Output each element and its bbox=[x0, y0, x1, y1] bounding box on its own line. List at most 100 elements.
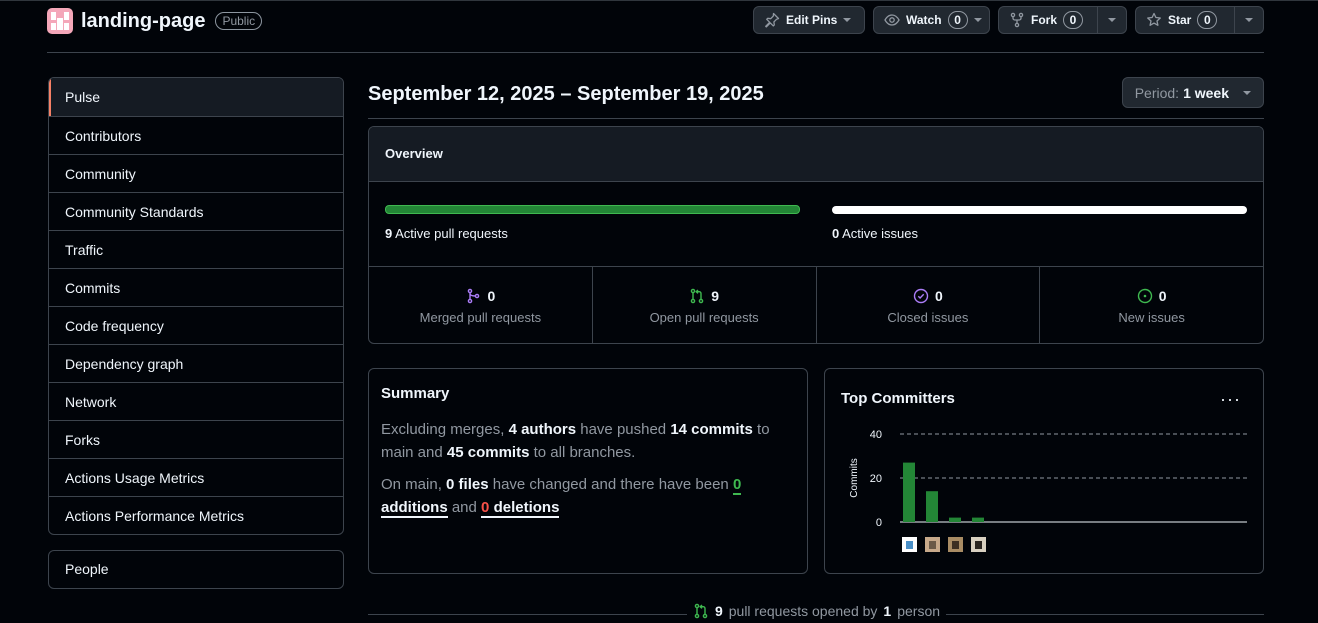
sidebar-item-actions-usage-metrics[interactable]: Actions Usage Metrics bbox=[49, 458, 343, 496]
deletions-link[interactable]: 0 deletions bbox=[481, 499, 560, 518]
committer-bar bbox=[949, 517, 961, 522]
insights-sidebar: Pulse Contributors Community Community S… bbox=[48, 77, 344, 535]
committer-bar bbox=[972, 517, 984, 522]
chevron-down-icon bbox=[973, 18, 982, 22]
repo-avatar[interactable] bbox=[47, 8, 73, 34]
deletions-word: deletions bbox=[493, 499, 560, 516]
people-count: 1 bbox=[883, 603, 892, 619]
top-committers-panel: Top Committers ··· 0 20 40 Commits bbox=[824, 368, 1264, 574]
main-divider bbox=[368, 118, 1264, 119]
active-issues-bar[interactable] bbox=[832, 206, 1247, 214]
active-pull-requests-summary[interactable]: 9 Active pull requests bbox=[385, 226, 508, 241]
stat-closed-issues[interactable]: 0 Closed issues bbox=[815, 267, 1040, 343]
sidebar-item-pulse[interactable]: Pulse bbox=[49, 78, 343, 116]
period-select-button[interactable]: Period: 1 week bbox=[1121, 77, 1264, 108]
overview-bars: 9 Active pull requests 0 Active issues bbox=[369, 182, 1263, 267]
eye-icon bbox=[884, 12, 900, 28]
pull-request-icon bbox=[689, 288, 705, 304]
stat-new-issues[interactable]: 0 New issues bbox=[1039, 267, 1263, 343]
people-text: person bbox=[897, 603, 941, 619]
star-icon bbox=[1146, 12, 1162, 28]
edit-pins-label: Edit Pins bbox=[786, 13, 838, 27]
fork-label: Fork bbox=[1031, 13, 1058, 27]
authors-count: 4 authors bbox=[508, 421, 577, 438]
fork-button-group: Fork 0 bbox=[998, 6, 1127, 34]
sidebar-item-people[interactable]: People bbox=[48, 550, 344, 589]
sidebar-item-commits[interactable]: Commits bbox=[49, 268, 343, 306]
summary-text: Excluding merges, bbox=[381, 421, 509, 438]
star-dropdown-button[interactable] bbox=[1235, 6, 1264, 34]
summary-text: have changed and there have been bbox=[488, 476, 733, 493]
sidebar-item-contributors[interactable]: Contributors bbox=[49, 116, 343, 154]
committer-bar bbox=[903, 462, 915, 522]
sidebar-item-actions-performance-metrics[interactable]: Actions Performance Metrics bbox=[49, 496, 343, 534]
date-range-title: September 12, 2025 – September 19, 2025 bbox=[368, 83, 764, 105]
chevron-down-icon bbox=[1108, 18, 1116, 22]
active-issues-summary[interactable]: 0 Active issues bbox=[832, 226, 918, 241]
repo-header: landing-page Public bbox=[47, 8, 263, 34]
repo-actions: Edit Pins Watch 0 Fork 0 Star 0 bbox=[753, 6, 1264, 34]
active-issues-label: Active issues bbox=[842, 226, 919, 241]
summary-commits-text: Excluding merges, 4 authors have pushed … bbox=[381, 418, 795, 464]
star-button-group: Star 0 bbox=[1135, 6, 1264, 34]
summary-text: have pushed bbox=[576, 421, 671, 438]
stat-value: 9 bbox=[711, 288, 720, 304]
sidebar-item-community-standards[interactable]: Community Standards bbox=[49, 192, 343, 230]
stat-open-pull-requests[interactable]: 9 Open pull requests bbox=[591, 267, 816, 343]
merge-icon bbox=[465, 288, 481, 304]
sidebar-item-forks[interactable]: Forks bbox=[49, 420, 343, 458]
summary-title: Summary bbox=[381, 385, 450, 402]
active-pull-requests-label: Active pull requests bbox=[395, 226, 508, 241]
committer-avatar-detail bbox=[952, 541, 959, 549]
committer-avatar-detail bbox=[906, 541, 913, 549]
chevron-down-icon bbox=[1245, 18, 1253, 22]
y-tick-label: 0 bbox=[876, 517, 882, 529]
pull-request-icon bbox=[693, 603, 709, 619]
summary-changes-text: On main, 0 files have changed and there … bbox=[381, 473, 795, 519]
star-count: 0 bbox=[1197, 11, 1218, 29]
summary-text: and bbox=[447, 499, 482, 516]
chevron-down-icon bbox=[1243, 90, 1251, 95]
sidebar-item-network[interactable]: Network bbox=[49, 382, 343, 420]
y-axis-label: Commits bbox=[849, 458, 860, 497]
fork-count: 0 bbox=[1063, 11, 1084, 29]
fork-dropdown-button[interactable] bbox=[1098, 6, 1127, 34]
additions-link[interactable]: additions bbox=[381, 499, 448, 518]
issue-opened-icon bbox=[1137, 288, 1153, 304]
overview-panel: Overview 9 Active pull requests 0 Active… bbox=[368, 126, 1264, 344]
watch-button[interactable]: Watch 0 bbox=[873, 6, 990, 34]
sidebar-item-code-frequency[interactable]: Code frequency bbox=[49, 306, 343, 344]
committer-bar bbox=[926, 491, 938, 522]
stat-merged-pull-requests[interactable]: 0 Merged pull requests bbox=[369, 267, 592, 343]
sidebar-item-dependency-graph[interactable]: Dependency graph bbox=[49, 344, 343, 382]
stat-label: Merged pull requests bbox=[419, 310, 542, 325]
main-commits-count: 14 commits bbox=[670, 421, 753, 438]
active-issues-count: 0 bbox=[832, 226, 840, 241]
chevron-down-icon bbox=[843, 18, 852, 22]
y-tick-label: 40 bbox=[870, 429, 882, 441]
fork-button[interactable]: Fork 0 bbox=[998, 6, 1098, 34]
issue-closed-icon bbox=[913, 288, 929, 304]
sidebar-item-traffic[interactable]: Traffic bbox=[49, 230, 343, 268]
overview-title: Overview bbox=[369, 127, 1263, 182]
pull-requests-opened-count: 9 bbox=[714, 603, 723, 619]
committer-avatar-detail bbox=[975, 541, 982, 549]
top-committers-chart: 0 20 40 Commits bbox=[849, 429, 1247, 552]
pull-requests-section-header: 9 pull requests opened by 1 person bbox=[0, 603, 1318, 619]
watch-count: 0 bbox=[947, 11, 968, 29]
summary-text: On main, bbox=[381, 476, 447, 493]
sidebar-item-community[interactable]: Community bbox=[49, 154, 343, 192]
additions-count-link[interactable]: 0 bbox=[732, 476, 742, 495]
stat-label: New issues bbox=[1118, 310, 1185, 325]
edit-pins-button[interactable]: Edit Pins bbox=[753, 6, 865, 34]
files-changed-count: 0 files bbox=[446, 476, 489, 493]
pull-requests-opened-text: pull requests opened by bbox=[728, 603, 878, 619]
overview-stats: 0 Merged pull requests 9 Open pull reque… bbox=[369, 267, 1263, 343]
star-button[interactable]: Star 0 bbox=[1135, 6, 1235, 34]
active-pull-requests-bar[interactable] bbox=[385, 205, 800, 214]
repo-name[interactable]: landing-page bbox=[81, 10, 205, 33]
committer-avatar-detail bbox=[929, 541, 936, 549]
header-divider bbox=[47, 52, 1264, 53]
stat-value: 0 bbox=[487, 288, 496, 304]
all-commits-count: 45 commits bbox=[446, 444, 530, 461]
